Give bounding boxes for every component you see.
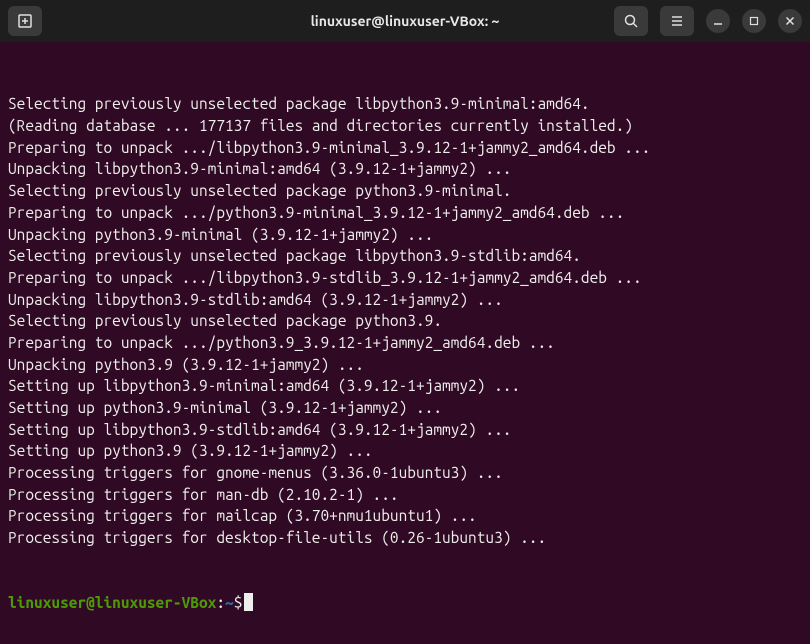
prompt-colon: : bbox=[216, 594, 225, 611]
terminal-line: Unpacking libpython3.9-stdlib:amd64 (3.9… bbox=[8, 289, 802, 311]
prompt-user-host: linuxuser@linuxuser-VBox bbox=[8, 594, 216, 611]
terminal-line: Processing triggers for desktop-file-uti… bbox=[8, 527, 802, 549]
terminal-line: Unpacking python3.9-minimal (3.9.12-1+ja… bbox=[8, 224, 802, 246]
titlebar: linuxuser@linuxuser-VBox: ~ bbox=[0, 0, 810, 42]
terminal-line: Setting up libpython3.9-stdlib:amd64 (3.… bbox=[8, 419, 802, 441]
terminal-line: Setting up python3.9 (3.9.12-1+jammy2) .… bbox=[8, 440, 802, 462]
titlebar-left-controls bbox=[8, 6, 42, 36]
new-tab-button[interactable] bbox=[8, 6, 42, 36]
terminal-line: Preparing to unpack .../libpython3.9-min… bbox=[8, 137, 802, 159]
terminal-line: Preparing to unpack .../libpython3.9-std… bbox=[8, 267, 802, 289]
prompt-line: linuxuser@linuxuser-VBox:~$ bbox=[8, 592, 802, 614]
terminal-line: (Reading database ... 177137 files and d… bbox=[8, 115, 802, 137]
terminal-line: Preparing to unpack .../python3.9_3.9.12… bbox=[8, 332, 802, 354]
maximize-button[interactable] bbox=[742, 9, 766, 33]
terminal-line: Selecting previously unselected package … bbox=[8, 180, 802, 202]
terminal-line: Processing triggers for mailcap (3.70+nm… bbox=[8, 505, 802, 527]
terminal-line: Selecting previously unselected package … bbox=[8, 245, 802, 267]
terminal-line: Setting up libpython3.9-minimal:amd64 (3… bbox=[8, 375, 802, 397]
terminal-line: Processing triggers for gnome-menus (3.3… bbox=[8, 462, 802, 484]
search-button[interactable] bbox=[614, 6, 648, 36]
close-button[interactable] bbox=[778, 9, 802, 33]
terminal-output-area[interactable]: Selecting previously unselected package … bbox=[0, 42, 810, 644]
terminal-line: Unpacking python3.9 (3.9.12-1+jammy2) ..… bbox=[8, 354, 802, 376]
terminal-line: Selecting previously unselected package … bbox=[8, 310, 802, 332]
terminal-line: Preparing to unpack .../python3.9-minima… bbox=[8, 202, 802, 224]
terminal-line: Processing triggers for man-db (2.10.2-1… bbox=[8, 484, 802, 506]
prompt-path: ~ bbox=[225, 594, 234, 611]
terminal-line: Setting up python3.9-minimal (3.9.12-1+j… bbox=[8, 397, 802, 419]
terminal-line: Selecting previously unselected package … bbox=[8, 93, 802, 115]
terminal-line: Unpacking libpython3.9-minimal:amd64 (3.… bbox=[8, 158, 802, 180]
cursor-icon bbox=[244, 593, 253, 611]
minimize-button[interactable] bbox=[706, 9, 730, 33]
prompt-dollar: $ bbox=[234, 594, 243, 611]
titlebar-right-controls bbox=[614, 6, 802, 36]
hamburger-menu-button[interactable] bbox=[660, 6, 694, 36]
window-title: linuxuser@linuxuser-VBox: ~ bbox=[311, 13, 500, 29]
